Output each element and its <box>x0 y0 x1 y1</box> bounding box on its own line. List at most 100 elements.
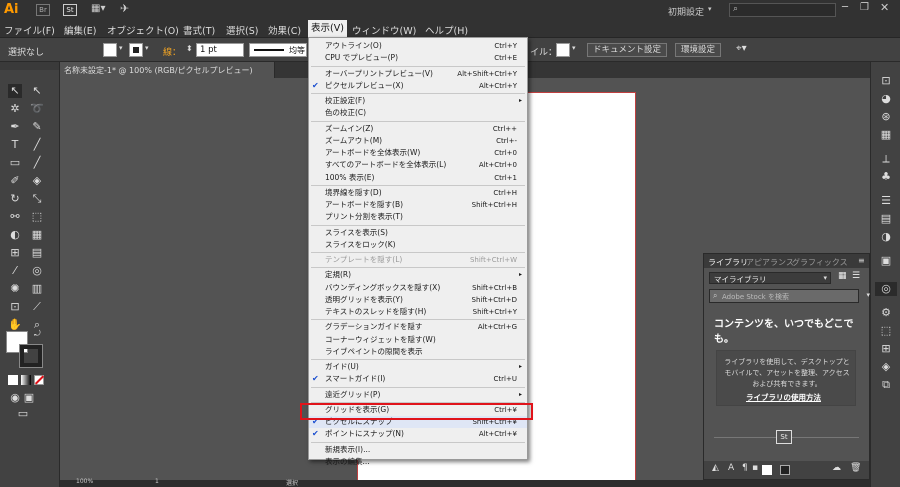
menu-file[interactable]: ファイル(F) <box>4 23 55 37</box>
menu-item[interactable]: アートボードを全体表示(W) Ctrl+0 <box>309 147 527 159</box>
graph-tool-icon[interactable]: ▥ <box>30 282 44 296</box>
shaper-tool-icon[interactable]: ✐ <box>8 174 22 188</box>
menu-window[interactable]: ウィンドウ(W) <box>352 23 416 37</box>
tab-libraries[interactable]: ライブラリ <box>708 257 748 268</box>
paintbrush-tool-icon[interactable]: ╱ <box>30 156 44 170</box>
stroke-profile-dropdown[interactable]: 均等 <box>249 43 307 57</box>
swap-fill-stroke-icon[interactable]: ⤾ <box>34 329 41 339</box>
menu-item[interactable]: ガイド(U) ▸ <box>309 361 527 373</box>
menu-item[interactable]: ライブペイントの隙間を表示 <box>309 346 527 358</box>
stroke-color-box[interactable] <box>19 344 43 368</box>
properties-panel-icon[interactable]: ⊡ <box>879 74 893 88</box>
draw-behind-icon[interactable]: ▣ <box>22 391 36 405</box>
stock-badge[interactable]: St <box>776 430 792 444</box>
color-mode-button[interactable] <box>8 375 18 385</box>
libraries-panel-icon[interactable]: ◎ <box>875 282 897 296</box>
document-setup-button[interactable]: ドキュメント設定 <box>587 43 668 57</box>
curvature-tool-icon[interactable]: ✎ <box>30 120 44 134</box>
menu-item[interactable]: 境界線を隠す(D) Ctrl+H <box>309 187 527 199</box>
library-help-link[interactable]: ライブラリの使用方法 <box>746 392 821 403</box>
arrange-docs-icon[interactable]: ⌖▾ <box>736 43 747 54</box>
type-tool-icon[interactable]: T <box>8 138 22 152</box>
stroke-chevron-icon[interactable]: ▾ <box>145 44 149 52</box>
eyedropper-tool-icon[interactable]: ⁄ <box>8 264 22 278</box>
appearance-panel-icon[interactable]: ▣ <box>879 254 893 268</box>
menu-item[interactable]: 表示の編集... <box>309 456 527 468</box>
menu-item[interactable]: 遠近グリッド(P) ▸ <box>309 389 527 401</box>
zoom-field[interactable]: 100% <box>76 478 93 485</box>
eraser-tool-icon[interactable]: ◈ <box>30 174 44 188</box>
add-fill-color-icon[interactable]: ▪ <box>752 463 758 473</box>
menu-item[interactable]: ズームイン(Z) Ctrl++ <box>309 123 527 135</box>
menu-view[interactable]: 表示(V) <box>308 20 347 38</box>
lasso-tool-icon[interactable]: ➰ <box>30 102 44 116</box>
menu-item[interactable]: ✔ スマートガイド(I) Ctrl+U <box>309 373 527 385</box>
stroke-weight-input[interactable]: 1 pt <box>196 43 244 57</box>
stroke-swatch-mini[interactable] <box>780 465 790 475</box>
line-tool-icon[interactable]: ╱ <box>30 138 44 152</box>
menu-item[interactable]: アウトライン(O) Ctrl+Y <box>309 40 527 52</box>
transparency-panel-icon[interactable]: ◑ <box>879 230 893 244</box>
menu-item[interactable]: アートボードを隠す(B) Shift+Ctrl+H <box>309 199 527 211</box>
add-text-icon[interactable]: A <box>728 463 734 473</box>
list-view-icon[interactable]: ☰ <box>852 271 860 281</box>
mesh-tool-icon[interactable]: ⊞ <box>8 246 22 260</box>
menu-item[interactable]: ズームアウト(M) Ctrl+- <box>309 135 527 147</box>
grid-view-icon[interactable]: ▦ <box>838 271 847 281</box>
document-tab[interactable]: 名称未設定-1* @ 100% (RGB/ピクセルプレビュー) <box>60 62 275 78</box>
menu-item[interactable]: バウンディングボックスを隠す(X) Shift+Ctrl+B <box>309 282 527 294</box>
close-button[interactable]: ✕ <box>880 1 889 14</box>
tab-appearance[interactable]: アピアランス <box>746 257 794 268</box>
rectangle-tool-icon[interactable]: ▭ <box>8 156 22 170</box>
style-chevron-icon[interactable]: ▾ <box>572 44 576 52</box>
menu-item[interactable]: スライスを表示(S) <box>309 227 527 239</box>
preferences-button[interactable]: 環境設定 <box>675 43 722 57</box>
free-transform-tool-icon[interactable]: ⬚ <box>30 210 44 224</box>
fill-chevron-icon[interactable]: ▾ <box>119 44 123 52</box>
stock-search-input[interactable]: ⌕ Adobe Stock を検索 ▾ <box>709 289 870 303</box>
panel-menu-icon[interactable]: ≡ <box>858 256 865 265</box>
menu-edit[interactable]: 編集(E) <box>64 23 96 37</box>
scale-tool-icon[interactable]: ⤡ <box>30 192 44 206</box>
minimize-button[interactable]: ─ <box>842 2 848 13</box>
menu-item[interactable]: ✔ ピクセルプレビュー(X) Alt+Ctrl+Y <box>309 80 527 92</box>
artboards-panel-icon[interactable]: ⧉ <box>879 378 893 392</box>
magic-wand-tool-icon[interactable]: ✲ <box>8 102 22 116</box>
hand-tool-icon[interactable]: ✋ <box>8 318 22 332</box>
menu-help[interactable]: ヘルプ(H) <box>425 23 468 37</box>
color-guide-panel-icon[interactable]: ⊛ <box>879 110 893 124</box>
slice-tool-icon[interactable]: ⟋ <box>30 300 44 314</box>
graphic-styles-panel-icon[interactable]: ⚙ <box>879 306 893 320</box>
artboard-tool-icon[interactable]: ⊡ <box>8 300 22 314</box>
page-field[interactable]: 1 <box>155 478 159 485</box>
menu-item[interactable]: テキストのスレッドを隠す(H) Shift+Ctrl+Y <box>309 306 527 318</box>
draw-mode-icon[interactable]: ◉ <box>8 391 22 405</box>
shape-builder-tool-icon[interactable]: ◐ <box>8 228 22 242</box>
menu-item[interactable]: 新規表示(I)... <box>309 444 527 456</box>
cloud-sync-icon[interactable]: ☁ <box>832 463 841 473</box>
menu-item[interactable]: 透明グリッドを表示(Y) Shift+Ctrl+D <box>309 294 527 306</box>
menu-item[interactable]: 色の校正(C) <box>309 107 527 119</box>
stroke-swatch[interactable] <box>129 43 143 57</box>
direct-selection-tool-icon[interactable]: ↖ <box>30 84 44 98</box>
tools-collapse-bar[interactable] <box>0 62 59 70</box>
menu-item[interactable]: スライスをロック(K) <box>309 239 527 251</box>
stroke-panel-icon[interactable]: ☰ <box>879 194 893 208</box>
gradient-panel-icon[interactable]: ▤ <box>879 212 893 226</box>
menu-item[interactable]: コーナーウィジェットを隠す(W) <box>309 334 527 346</box>
pen-tool-icon[interactable]: ✒ <box>8 120 22 134</box>
gpu-icon[interactable]: ✈ <box>120 2 129 15</box>
menu-item[interactable]: すべてのアートボードを全体表示(L) Alt+Ctrl+0 <box>309 159 527 171</box>
fill-swatch-mini[interactable] <box>762 465 772 475</box>
menu-item[interactable]: プリント分割を表示(T) <box>309 211 527 223</box>
width-tool-icon[interactable]: ⚯ <box>8 210 22 224</box>
screen-mode-icon[interactable]: ▭ <box>16 407 30 421</box>
menu-item[interactable]: 定規(R) ▸ <box>309 269 527 281</box>
search-field[interactable]: ⌕ <box>729 3 836 17</box>
gradient-mode-button[interactable] <box>21 375 31 385</box>
workspace-chevron-icon[interactable]: ▾ <box>708 5 712 13</box>
stroke-stepper[interactable]: ⬍ <box>186 44 193 53</box>
menu-item[interactable]: 100% 表示(E) Ctrl+1 <box>309 172 527 184</box>
add-paragraph-icon[interactable]: ¶ <box>742 463 748 473</box>
menu-item[interactable]: CPU でプレビュー(P) Ctrl+E <box>309 52 527 64</box>
